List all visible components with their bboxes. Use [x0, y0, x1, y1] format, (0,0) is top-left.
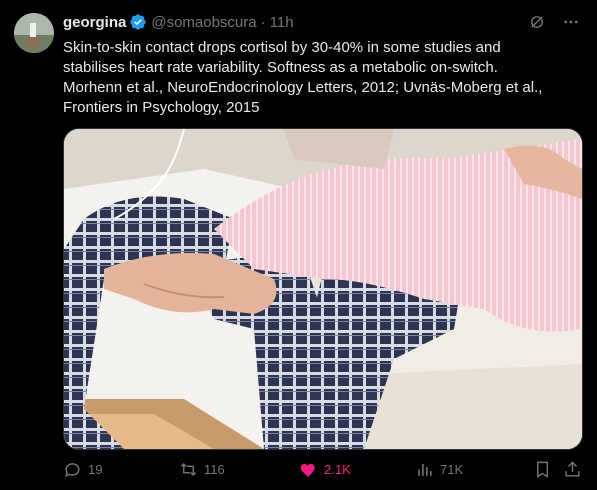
- avatar[interactable]: [14, 13, 54, 53]
- more-icon[interactable]: [561, 12, 581, 32]
- bookmark-button[interactable]: [533, 458, 552, 480]
- avatar-image: [14, 13, 54, 53]
- reply-button[interactable]: 19: [63, 458, 102, 480]
- post-text-line: Skin-to-skin contact drops cortisol by 3…: [63, 39, 501, 56]
- post-text-line: Morhenn et al., NeuroEndocrinology Lette…: [63, 79, 543, 96]
- verified-badge-icon: [129, 13, 147, 31]
- like-count: 2.1K: [324, 461, 351, 477]
- bookmark-icon: [537, 461, 548, 478]
- post-top-icons: [527, 12, 581, 32]
- tweet[interactable]: georgina @somaobscura · 11h Skin-to-skin…: [0, 0, 597, 490]
- like-button[interactable]: 2.1K: [299, 458, 351, 480]
- grok-icon[interactable]: [527, 12, 547, 32]
- views-button[interactable]: 71K: [415, 458, 463, 480]
- repost-icon: [180, 462, 197, 476]
- reply-count: 19: [88, 461, 103, 477]
- timestamp[interactable]: 11h: [270, 14, 294, 31]
- post-text: Skin-to-skin contact drops cortisol by 3…: [63, 38, 583, 118]
- reply-icon: [65, 462, 80, 477]
- like-icon: [300, 463, 315, 477]
- separator-dot: ·: [260, 13, 266, 31]
- post-header: georgina @somaobscura · 11h: [63, 12, 294, 32]
- views-icon: [418, 463, 432, 476]
- handle[interactable]: @somaobscura: [151, 14, 256, 31]
- share-button[interactable]: [563, 458, 582, 480]
- views-count: 71K: [440, 461, 464, 477]
- repost-count: 116: [204, 461, 225, 477]
- action-bar: 19 116 2.1K 71K: [63, 458, 583, 480]
- repost-button[interactable]: 116: [179, 458, 225, 480]
- post-photo: [64, 129, 582, 449]
- post-media[interactable]: [63, 128, 583, 450]
- share-icon: [565, 460, 580, 477]
- post-text-line: stabilises heart rate variability. Softn…: [63, 59, 498, 76]
- display-name[interactable]: georgina: [63, 14, 126, 31]
- post-text-line: Frontiers in Psychology, 2015: [63, 99, 260, 116]
